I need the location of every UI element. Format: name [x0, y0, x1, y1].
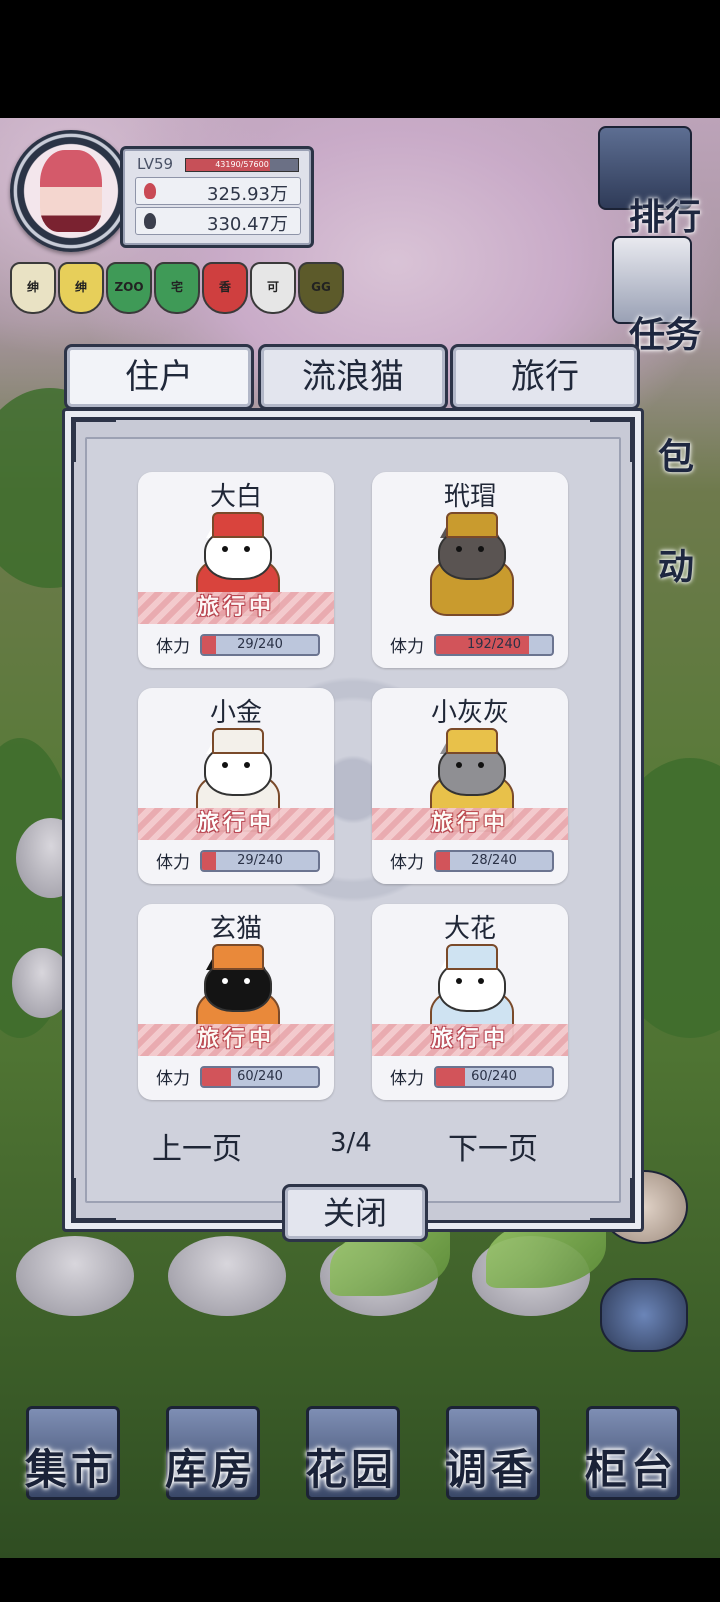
cat-card[interactable]: 大花旅行中体力 60/240: [372, 904, 568, 1100]
cat-portrait: [422, 512, 518, 616]
stamina-label: 体力: [156, 853, 190, 873]
nav-item[interactable]: 调香: [436, 1398, 546, 1508]
title-badge[interactable]: 宅: [154, 262, 200, 314]
title-badge[interactable]: 香: [202, 262, 248, 314]
traveling-status-banner: 旅行中: [138, 1024, 334, 1056]
cat-card[interactable]: 玳瑁体力 192/240: [372, 472, 568, 668]
stamina-value: 29/240: [237, 853, 283, 868]
tab-travel[interactable]: 旅行: [450, 344, 640, 410]
tab-stray-cats[interactable]: 流浪猫: [258, 344, 448, 410]
nav-item[interactable]: 柜台: [576, 1398, 686, 1508]
currency-row-1: 325.93万: [135, 177, 301, 205]
stamina-label: 体力: [390, 853, 424, 873]
stamina-value: 60/240: [471, 1069, 517, 1084]
frame-corner: [590, 1178, 633, 1221]
cat-name: 小金: [209, 698, 262, 728]
traveling-status-banner: 旅行中: [372, 808, 568, 840]
nav-item[interactable]: 花园: [296, 1398, 406, 1508]
frame-corner: [590, 419, 633, 462]
cat-card[interactable]: 小灰灰旅行中体力 28/240: [372, 688, 568, 884]
avatar-portrait: [40, 150, 102, 232]
traveling-status-banner: 旅行中: [138, 592, 334, 624]
nav-item-label: 调香: [444, 1445, 537, 1494]
cat-card[interactable]: 大白旅行中体力 29/240: [138, 472, 334, 668]
money-bag-icon[interactable]: [600, 1278, 688, 1352]
activity-button[interactable]: 动: [646, 538, 706, 590]
cat-name: 大白: [209, 482, 262, 512]
nav-item-label: 花园: [304, 1445, 397, 1494]
stamina-label: 体力: [156, 637, 190, 657]
nav-item-label: 柜台: [584, 1445, 677, 1494]
nav-item[interactable]: 集市: [16, 1398, 126, 1508]
currency-value-2: 330.47万: [207, 214, 288, 235]
close-button[interactable]: 关闭: [282, 1184, 428, 1242]
traveling-status-banner: 旅行中: [372, 1024, 568, 1056]
stamina-label: 体力: [390, 637, 424, 657]
cat-card[interactable]: 玄猫旅行中体力 60/240: [138, 904, 334, 1100]
traveling-status-banner: 旅行中: [138, 808, 334, 840]
xp-text: 43190/57600: [215, 160, 269, 169]
stamina-value: 28/240: [471, 853, 517, 868]
stamina-label: 体力: [156, 1069, 190, 1089]
title-badge[interactable]: ZOO: [106, 262, 152, 314]
player-level: LV59: [137, 155, 174, 173]
next-page-button[interactable]: 下一页: [448, 1124, 538, 1168]
frame-corner: [73, 1178, 116, 1221]
red-gem-icon: [144, 183, 156, 199]
garden-stone[interactable]: [168, 1236, 286, 1316]
player-stats-panel: LV59 43190/57600 325.93万 330.47万: [120, 146, 314, 248]
bag-button[interactable]: 包: [646, 428, 706, 480]
cat-name: 小灰灰: [430, 698, 509, 728]
stamina-label: 体力: [390, 1069, 424, 1089]
cat-name: 大花: [443, 914, 496, 944]
title-badge[interactable]: GG: [298, 262, 344, 314]
rank-button[interactable]: 排行: [620, 188, 710, 240]
title-badge[interactable]: 绅: [58, 262, 104, 314]
currency-value-1: 325.93万: [207, 184, 288, 205]
stamina-value: 192/240: [466, 637, 521, 652]
stamina-value: 60/240: [237, 1069, 283, 1084]
stamina-bar: 192/240: [434, 634, 554, 656]
dark-gem-icon: [144, 213, 156, 229]
stamina-bar: 60/240: [434, 1066, 554, 1088]
cat-name: 玳瑁: [443, 482, 496, 512]
frame-corner: [73, 419, 116, 462]
stamina-bar: 29/240: [200, 850, 320, 872]
prev-page-button[interactable]: 上一页: [152, 1124, 242, 1168]
title-badge[interactable]: 可: [250, 262, 296, 314]
tab-residents[interactable]: 住户: [64, 344, 254, 410]
page-indicator: 3/4: [330, 1128, 372, 1158]
stamina-bar: 60/240: [200, 1066, 320, 1088]
nav-item-label: 库房: [164, 1445, 257, 1494]
currency-row-2: 330.47万: [135, 207, 301, 235]
player-avatar[interactable]: [10, 130, 132, 252]
cat-name: 玄猫: [209, 914, 262, 944]
nav-item[interactable]: 库房: [156, 1398, 266, 1508]
nav-item-label: 集市: [24, 1445, 117, 1494]
xp-bar: 43190/57600: [185, 158, 299, 172]
stamina-bar: 29/240: [200, 634, 320, 656]
garden-stone[interactable]: [16, 1236, 134, 1316]
badge-row: 绅绅 ZOO 宅香可 GG: [10, 262, 350, 314]
stamina-value: 29/240: [237, 637, 283, 652]
stamina-bar: 28/240: [434, 850, 554, 872]
cat-card[interactable]: 小金旅行中体力 29/240: [138, 688, 334, 884]
title-badge[interactable]: 绅: [10, 262, 56, 314]
